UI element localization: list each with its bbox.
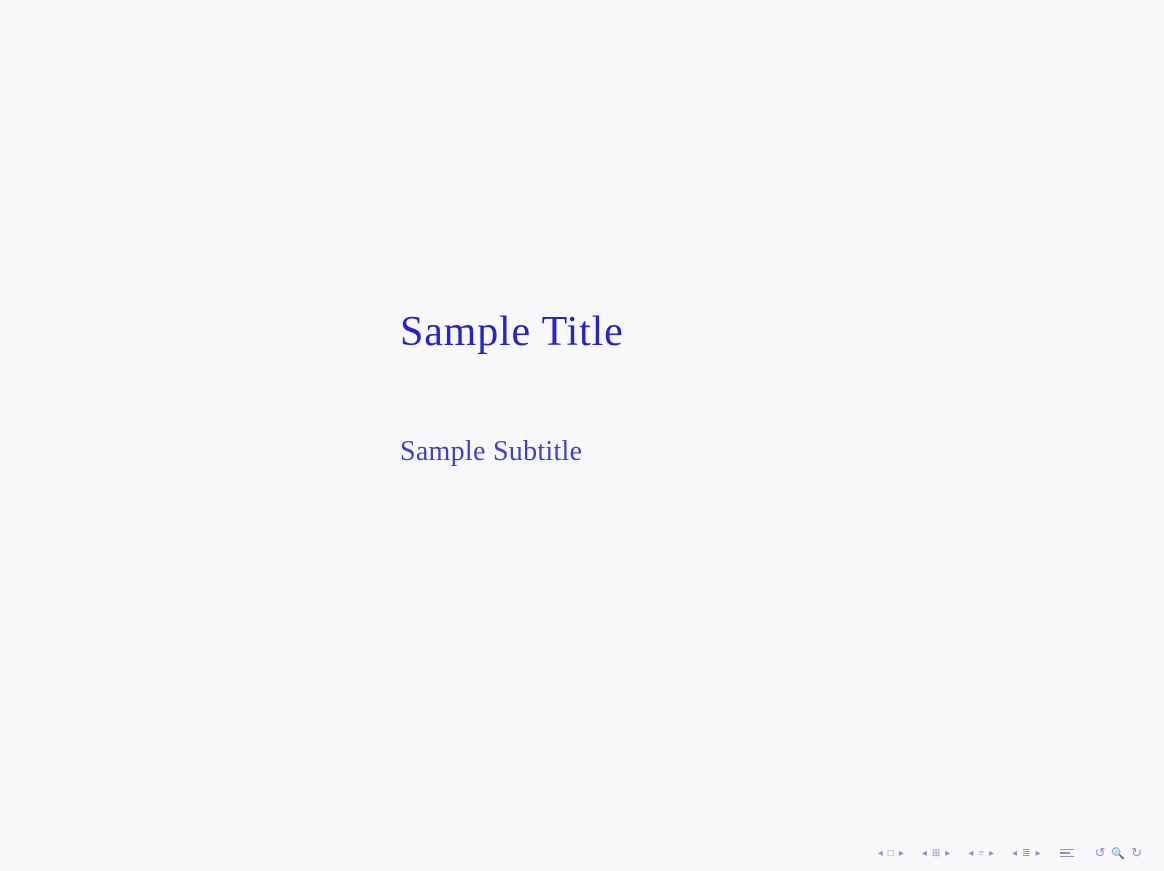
prev-frame-button[interactable]: ◂ bbox=[876, 846, 885, 861]
next-section-button[interactable]: ▸ bbox=[943, 846, 952, 861]
bottom-toolbar: ◂ □ ▸ ◂ ⊞ ▸ ◂ ≡ ▸ ◂ ≣ ▸ bbox=[0, 835, 1164, 871]
zoom-controls: ↺ 🔍 ↻ bbox=[1092, 843, 1144, 863]
subsection-nav-group: ◂ ≡ ▸ bbox=[966, 846, 996, 861]
menu-icon[interactable] bbox=[1056, 847, 1078, 860]
slide-content: Sample Title Sample Subtitle bbox=[0, 0, 1164, 835]
subsection-icon: ≡ bbox=[976, 846, 986, 861]
prev-section-button[interactable]: ◂ bbox=[920, 846, 929, 861]
frame-nav-group: ◂ □ ▸ bbox=[876, 846, 906, 861]
slide-title: Sample Title bbox=[400, 308, 624, 356]
part-icon: ≣ bbox=[1020, 846, 1032, 861]
slide-container: Sample Title Sample Subtitle ◂ □ ▸ ◂ ⊞ ▸… bbox=[0, 0, 1164, 871]
next-frame-button[interactable]: ▸ bbox=[897, 846, 906, 861]
zoom-in-button[interactable]: ↻ bbox=[1129, 843, 1144, 863]
section-nav-group: ◂ ⊞ ▸ bbox=[920, 846, 952, 861]
next-subsection-button[interactable]: ▸ bbox=[987, 846, 996, 861]
part-nav-group: ◂ ≣ ▸ bbox=[1010, 846, 1042, 861]
prev-subsection-button[interactable]: ◂ bbox=[966, 846, 975, 861]
zoom-icon: 🔍 bbox=[1109, 845, 1127, 862]
frame-icon: □ bbox=[886, 846, 896, 861]
slide-subtitle: Sample Subtitle bbox=[400, 436, 582, 468]
next-part-button[interactable]: ▸ bbox=[1033, 846, 1042, 861]
zoom-out-button[interactable]: ↺ bbox=[1092, 843, 1107, 863]
section-icon: ⊞ bbox=[930, 846, 942, 861]
prev-part-button[interactable]: ◂ bbox=[1010, 846, 1019, 861]
